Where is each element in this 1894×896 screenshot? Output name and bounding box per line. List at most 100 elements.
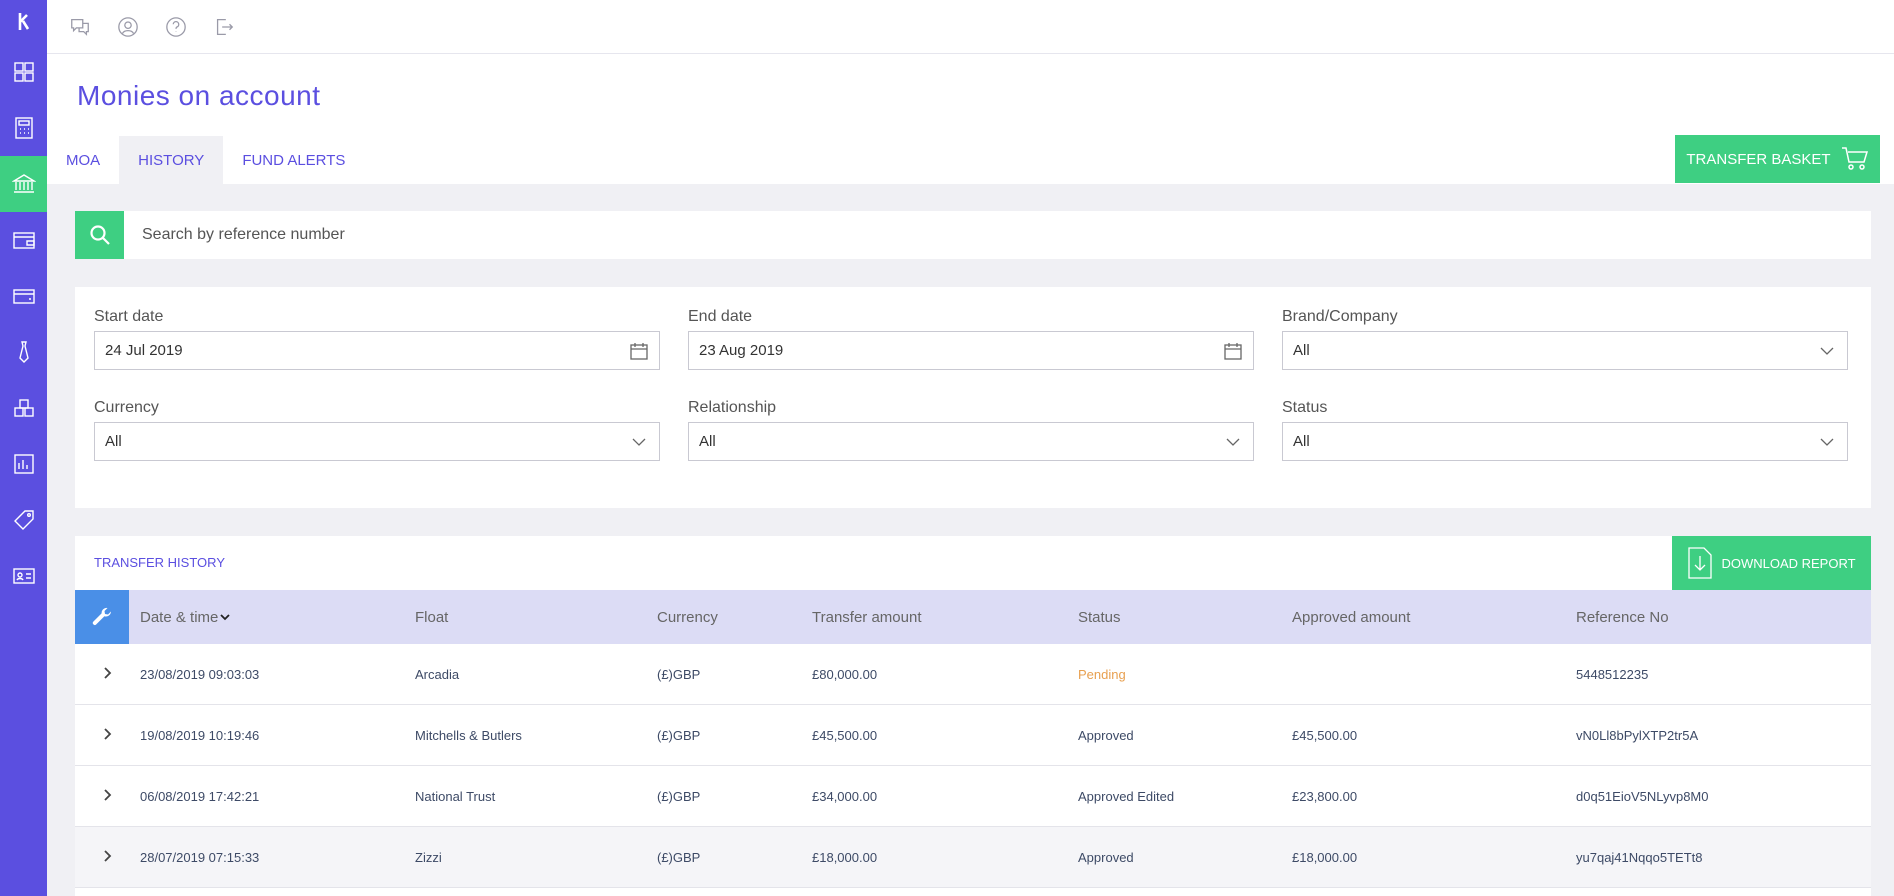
column-header-transfer-amount[interactable]: Transfer amount xyxy=(812,590,922,644)
table-settings-button[interactable] xyxy=(75,590,129,644)
help-button[interactable] xyxy=(164,15,188,39)
wrench-icon xyxy=(92,607,111,625)
expand-row-button[interactable] xyxy=(99,787,115,803)
cell-currency: (£)GBP xyxy=(657,788,701,804)
cell-float: Mitchells & Butlers xyxy=(415,727,522,743)
download-report-button[interactable]: DOWNLOAD REPORT xyxy=(1672,536,1871,590)
brand-value: All xyxy=(1293,342,1310,359)
wallet-icon xyxy=(12,232,35,249)
cell-reference: d0q51EioV5NLyvp8M0 xyxy=(1576,788,1709,804)
column-header-datetime[interactable]: Date & time xyxy=(140,590,231,644)
cart-icon xyxy=(1841,147,1868,170)
cell-status: Approved xyxy=(1078,849,1134,865)
cell-status: Approved Edited xyxy=(1078,788,1175,804)
relationship-value: All xyxy=(699,433,716,450)
logout-button[interactable] xyxy=(212,15,236,39)
cell-transfer-amount: £34,000.00 xyxy=(812,788,878,804)
column-header-approved-amount[interactable]: Approved amount xyxy=(1292,590,1410,644)
dashboard-icon xyxy=(13,62,34,82)
status-select[interactable]: All xyxy=(1282,422,1848,461)
chevron-right-icon xyxy=(104,850,112,862)
sidebar-item-tie[interactable] xyxy=(0,324,47,380)
cell-currency: (£)GBP xyxy=(657,849,701,865)
currency-label: Currency xyxy=(94,399,159,416)
end-date-label: End date xyxy=(688,308,753,325)
download-icon xyxy=(1688,547,1713,579)
end-date-input[interactable]: 23 Aug 2019 xyxy=(688,331,1254,370)
logo[interactable] xyxy=(0,0,47,44)
cell-approved-amount: £23,800.00 xyxy=(1292,788,1358,804)
chat-button[interactable] xyxy=(68,15,92,39)
search-input[interactable] xyxy=(124,211,1824,259)
boxes-icon xyxy=(13,399,34,417)
tab-fund-alerts[interactable]: FUND ALERTS xyxy=(223,136,364,184)
cell-reference: yu7qaj41Nqqo5TETt8 xyxy=(1576,849,1703,865)
start-date-field: Start date 24 Jul 2019 xyxy=(94,308,660,370)
search-button[interactable] xyxy=(75,211,124,259)
cell-transfer-amount: £45,500.00 xyxy=(812,727,878,743)
currency-select[interactable]: All xyxy=(94,422,660,461)
cell-datetime: 28/07/2019 07:15:33 xyxy=(140,849,260,865)
status-field: Status All xyxy=(1282,399,1848,461)
sidebar-item-chart[interactable] xyxy=(0,436,47,492)
brand-select[interactable]: All xyxy=(1282,331,1848,370)
cell-approved-amount: £18,000.00 xyxy=(1292,849,1358,865)
card-icon xyxy=(12,289,35,304)
table-row[interactable]: 06/08/2019 17:42:21 National Trust (£)GB… xyxy=(75,766,1871,827)
transfer-history-panel: TRANSFER HISTORY DOWNLOAD REPORT Date & … xyxy=(75,536,1871,896)
cell-status: Pending xyxy=(1078,666,1126,682)
expand-row-button[interactable] xyxy=(99,848,115,864)
id-card-icon xyxy=(12,568,35,584)
sidebar-item-calculator[interactable] xyxy=(0,100,47,156)
sidebar-item-wallet[interactable] xyxy=(0,212,47,268)
sidebar xyxy=(0,0,47,896)
start-date-value: 24 Jul 2019 xyxy=(105,342,183,359)
tab-history[interactable]: HISTORY xyxy=(119,136,224,184)
cell-currency: (£)GBP xyxy=(657,727,701,743)
cell-reference: 5448512235 xyxy=(1576,666,1649,682)
column-header-float[interactable]: Float xyxy=(415,590,448,644)
cell-currency: (£)GBP xyxy=(657,666,701,682)
column-header-currency[interactable]: Currency xyxy=(657,590,718,644)
column-header-reference[interactable]: Reference No xyxy=(1576,590,1669,644)
cell-float: Zizzi xyxy=(415,849,442,865)
search-bar xyxy=(75,211,1871,259)
sidebar-item-bank[interactable] xyxy=(0,156,47,212)
column-header-status[interactable]: Status xyxy=(1078,590,1121,644)
table-row[interactable]: 28/07/2019 07:15:33 Zizzi (£)GBP £18,000… xyxy=(75,827,1871,888)
tab-bar: MOA HISTORY FUND ALERTS xyxy=(47,136,364,184)
cell-datetime: 19/08/2019 10:19:46 xyxy=(140,727,260,743)
bank-icon xyxy=(11,174,36,193)
sort-down-icon xyxy=(220,614,231,621)
cell-float: Arcadia xyxy=(415,666,460,682)
page-title: Monies on account xyxy=(77,80,321,111)
cell-float: National Trust xyxy=(415,788,496,804)
cell-datetime: 23/08/2019 09:03:03 xyxy=(140,666,260,682)
chevron-down-icon xyxy=(1226,438,1240,446)
chevron-right-icon xyxy=(104,789,112,801)
calendar-icon[interactable] xyxy=(629,341,649,361)
search-icon xyxy=(89,225,110,245)
user-icon xyxy=(118,16,138,37)
table-row[interactable]: 19/08/2019 10:19:46 Mitchells & Butlers … xyxy=(75,705,1871,766)
expand-row-button[interactable] xyxy=(99,665,115,681)
top-bar xyxy=(47,0,1894,54)
download-report-label: DOWNLOAD REPORT xyxy=(1721,555,1856,571)
table-row[interactable]: 23/08/2019 09:03:03 Arcadia (£)GBP £80,0… xyxy=(75,644,1871,705)
sidebar-item-dashboard[interactable] xyxy=(0,44,47,100)
user-button[interactable] xyxy=(116,15,140,39)
start-date-input[interactable]: 24 Jul 2019 xyxy=(94,331,660,370)
chart-icon xyxy=(13,454,34,474)
chevron-right-icon xyxy=(104,728,112,740)
relationship-field: Relationship All xyxy=(688,399,1254,461)
tab-moa[interactable]: MOA xyxy=(47,136,119,184)
relationship-select[interactable]: All xyxy=(688,422,1254,461)
sidebar-item-boxes[interactable] xyxy=(0,380,47,436)
expand-row-button[interactable] xyxy=(99,726,115,742)
sidebar-item-id-card[interactable] xyxy=(0,548,47,604)
sidebar-item-tag[interactable] xyxy=(0,492,47,548)
sidebar-item-card[interactable] xyxy=(0,268,47,324)
calendar-icon[interactable] xyxy=(1223,341,1243,361)
section-title: TRANSFER HISTORY xyxy=(94,555,225,570)
transfer-basket-button[interactable]: TRANSFER BASKET xyxy=(1675,135,1880,183)
